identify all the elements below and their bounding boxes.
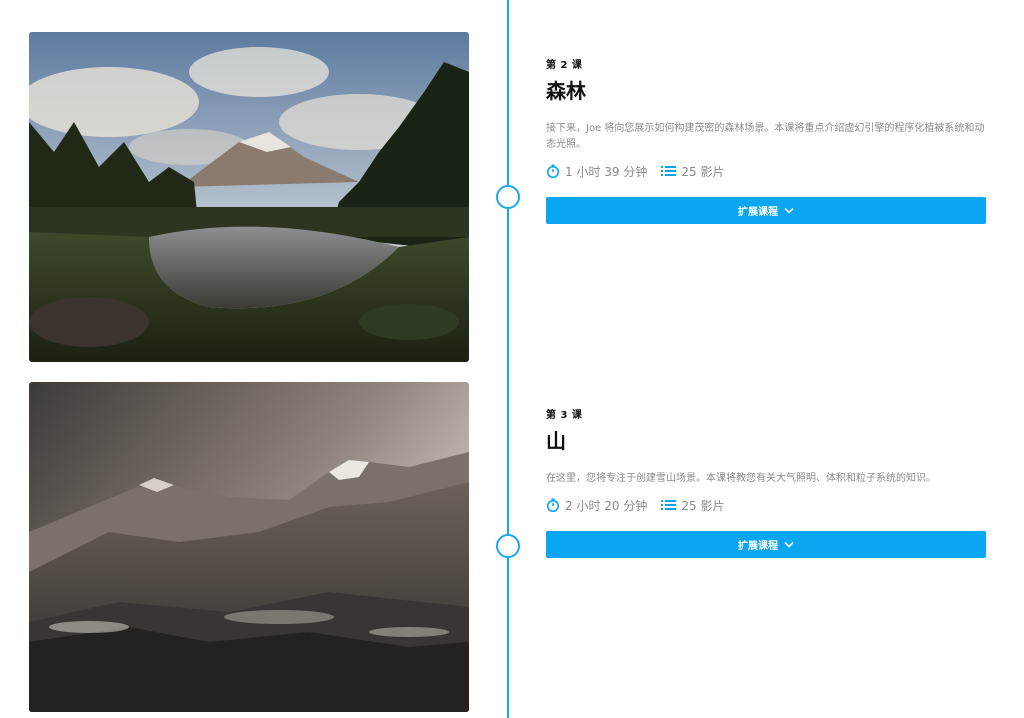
duration: 1 小时 39 分钟 xyxy=(546,163,647,180)
timeline-node-lesson-3 xyxy=(496,534,520,558)
stopwatch-icon xyxy=(546,164,560,178)
lesson-description: 接下来，Joe 将向您展示如何构建茂密的森林场景。本课将重点介绍虚幻引擎的程序化… xyxy=(546,123,985,150)
video-count-text: 25 影片 xyxy=(681,164,725,179)
lesson-number: 第 3 课 xyxy=(546,410,583,421)
chevron-down-icon xyxy=(784,207,794,214)
list-icon xyxy=(661,166,677,176)
video-count: 25 影片 xyxy=(661,163,724,180)
duration-text: 1 小时 39 分钟 xyxy=(565,164,648,179)
lesson-title: 森林 xyxy=(546,79,586,103)
lesson-2-image xyxy=(29,32,469,362)
timeline-node-lesson-2 xyxy=(496,185,520,209)
list-icon xyxy=(661,500,677,510)
video-count: 25 影片 xyxy=(661,497,724,514)
duration: 2 小时 20 分钟 xyxy=(546,497,647,514)
expand-lesson-label: 扩展课程 xyxy=(738,541,778,552)
stopwatch-icon xyxy=(546,498,560,512)
expand-lesson-button[interactable]: 扩展课程 xyxy=(546,197,986,224)
expand-lesson-label: 扩展课程 xyxy=(738,207,778,218)
duration-text: 2 小时 20 分钟 xyxy=(565,498,648,513)
video-count-text: 25 影片 xyxy=(681,498,725,513)
lesson-meta: 1 小时 39 分钟 25 影片 xyxy=(546,163,986,179)
lesson-meta: 2 小时 20 分钟 25 影片 xyxy=(546,497,986,513)
expand-lesson-button[interactable]: 扩展课程 xyxy=(546,531,986,558)
lesson-3-info: 第 3 课 山 在这里，您将专注于创建雪山场景。本课将教您有关大气照明、体积和粒… xyxy=(546,406,986,558)
lesson-3-image xyxy=(29,382,469,712)
chevron-down-icon xyxy=(784,541,794,548)
lesson-description: 在这里，您将专注于创建雪山场景。本课将教您有关大气照明、体积和粒子系统的知识。 xyxy=(546,473,936,484)
lesson-number: 第 2 课 xyxy=(546,60,583,71)
timeline-line xyxy=(507,0,509,718)
lesson-title: 山 xyxy=(546,429,566,453)
lesson-2-info: 第 2 课 森林 接下来，Joe 将向您展示如何构建茂密的森林场景。本课将重点介… xyxy=(546,56,986,224)
